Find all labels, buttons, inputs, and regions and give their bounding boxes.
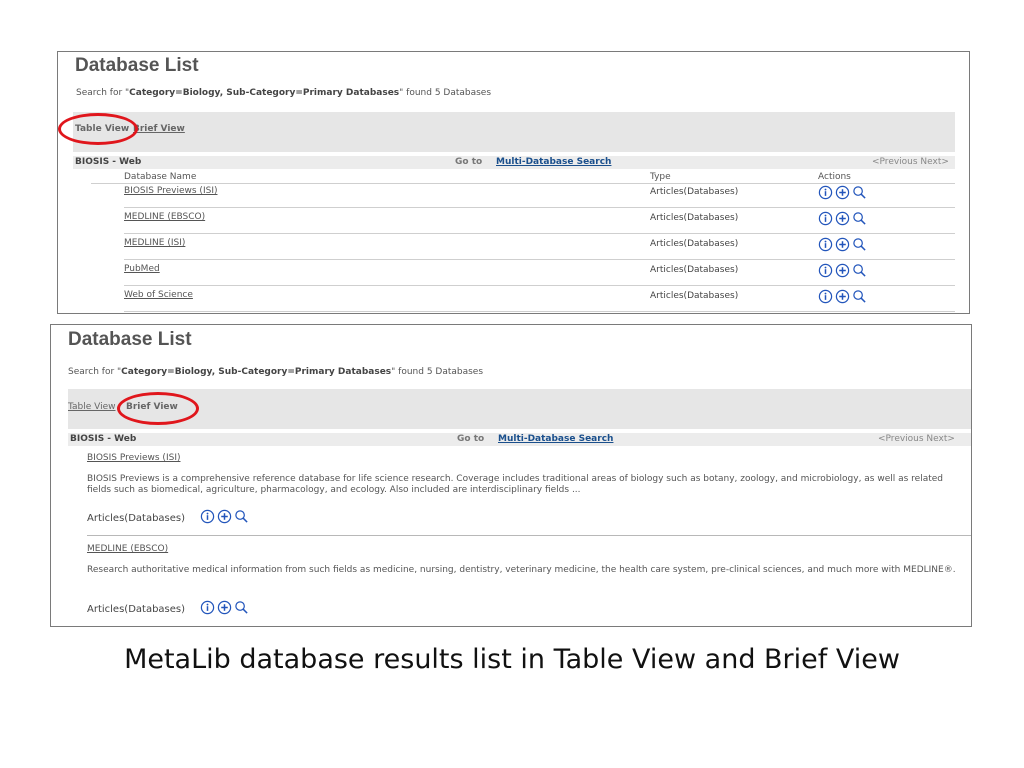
add-icon[interactable] [835, 237, 850, 252]
brief-view-link[interactable]: Brief View [133, 124, 185, 134]
table-row: PubMed Articles(Databases) [124, 260, 955, 286]
database-name-link[interactable]: MEDLINE (EBSCO) [87, 544, 168, 554]
database-name-link[interactable]: Web of Science [124, 290, 193, 300]
database-description: BIOSIS Previews is a comprehensive refer… [87, 474, 944, 495]
search-summary: Search for "Category=Biology, Sub-Catego… [76, 88, 492, 98]
row-actions [818, 185, 867, 200]
search-query: Category=Biology, Sub-Category=Primary D… [121, 367, 392, 377]
slide-caption: MetaLib database results list in Table V… [124, 644, 900, 675]
add-icon[interactable] [217, 509, 232, 524]
database-name-link[interactable]: MEDLINE (EBSCO) [124, 212, 205, 222]
database-type: Articles(Databases) [650, 213, 739, 223]
table-row: MEDLINE (ISI) Articles(Databases) [124, 234, 955, 260]
pager[interactable]: <Previous Next> [872, 157, 949, 167]
table-row: MEDLINE (EBSCO) Articles(Databases) [124, 208, 955, 234]
group-name: BIOSIS - Web [70, 434, 137, 444]
database-type: Articles(Databases) [650, 291, 739, 301]
info-icon[interactable] [818, 289, 833, 304]
info-icon[interactable] [818, 211, 833, 226]
database-type: Articles(Databases) [650, 265, 739, 275]
info-icon[interactable] [818, 185, 833, 200]
goto-label: Go to [457, 434, 485, 444]
add-icon[interactable] [835, 263, 850, 278]
page-title: Database List [75, 55, 199, 76]
table-row: Web of Science Articles(Databases) [124, 286, 955, 312]
database-type: Articles(Databases) [650, 239, 739, 249]
search-icon[interactable] [234, 509, 249, 524]
item-actions [200, 509, 249, 524]
row-actions [818, 211, 867, 226]
add-icon[interactable] [835, 289, 850, 304]
table-row: BIOSIS Previews (ISI) Articles(Databases) [124, 182, 955, 208]
info-icon[interactable] [200, 509, 215, 524]
search-icon[interactable] [234, 600, 249, 615]
add-icon[interactable] [835, 211, 850, 226]
multi-database-search-link[interactable]: Multi-Database Search [496, 157, 611, 167]
search-icon[interactable] [852, 185, 867, 200]
add-icon[interactable] [835, 185, 850, 200]
database-name-link[interactable]: BIOSIS Previews (ISI) [87, 453, 180, 463]
search-icon[interactable] [852, 237, 867, 252]
search-icon[interactable] [852, 211, 867, 226]
page-title: Database List [68, 329, 192, 350]
database-type: Articles(Databases) [87, 513, 186, 524]
table-view-panel: Database List Search for "Category=Biolo… [57, 51, 970, 314]
info-icon[interactable] [200, 600, 215, 615]
search-summary: Search for "Category=Biology, Sub-Catego… [68, 367, 484, 377]
brief-view-panel: Database List Search for "Category=Biolo… [50, 324, 972, 627]
database-name-link[interactable]: MEDLINE (ISI) [124, 238, 185, 248]
view-toggle-bar: Table View Brief View [68, 389, 971, 429]
highlight-circle [58, 113, 138, 145]
table-view-link[interactable]: Table View [68, 402, 116, 412]
group-bar: BIOSIS - Web Go to Multi-Database Search… [68, 433, 971, 446]
item-divider [87, 535, 971, 536]
database-name-link[interactable]: PubMed [124, 264, 160, 274]
database-name-link[interactable]: BIOSIS Previews (ISI) [124, 186, 217, 196]
highlight-circle [117, 392, 199, 425]
add-icon[interactable] [217, 600, 232, 615]
view-toggle-bar: Table View Brief View [73, 112, 955, 152]
row-actions [818, 263, 867, 278]
col-actions: Actions [818, 172, 851, 182]
info-icon[interactable] [818, 237, 833, 252]
group-name: BIOSIS - Web [75, 157, 142, 167]
col-type: Type [650, 172, 671, 182]
database-description: Research authoritative medical informati… [87, 565, 956, 575]
info-icon[interactable] [818, 263, 833, 278]
search-icon[interactable] [852, 263, 867, 278]
multi-database-search-link[interactable]: Multi-Database Search [498, 434, 613, 444]
search-query: Category=Biology, Sub-Category=Primary D… [129, 88, 400, 98]
database-type: Articles(Databases) [650, 187, 739, 197]
pager[interactable]: <Previous Next> [878, 434, 955, 444]
group-bar: BIOSIS - Web Go to Multi-Database Search… [73, 156, 955, 169]
goto-label: Go to [455, 157, 483, 167]
row-actions [818, 237, 867, 252]
search-icon[interactable] [852, 289, 867, 304]
item-actions [200, 600, 249, 615]
database-type: Articles(Databases) [87, 604, 186, 615]
col-database-name: Database Name [124, 172, 197, 182]
row-actions [818, 289, 867, 304]
